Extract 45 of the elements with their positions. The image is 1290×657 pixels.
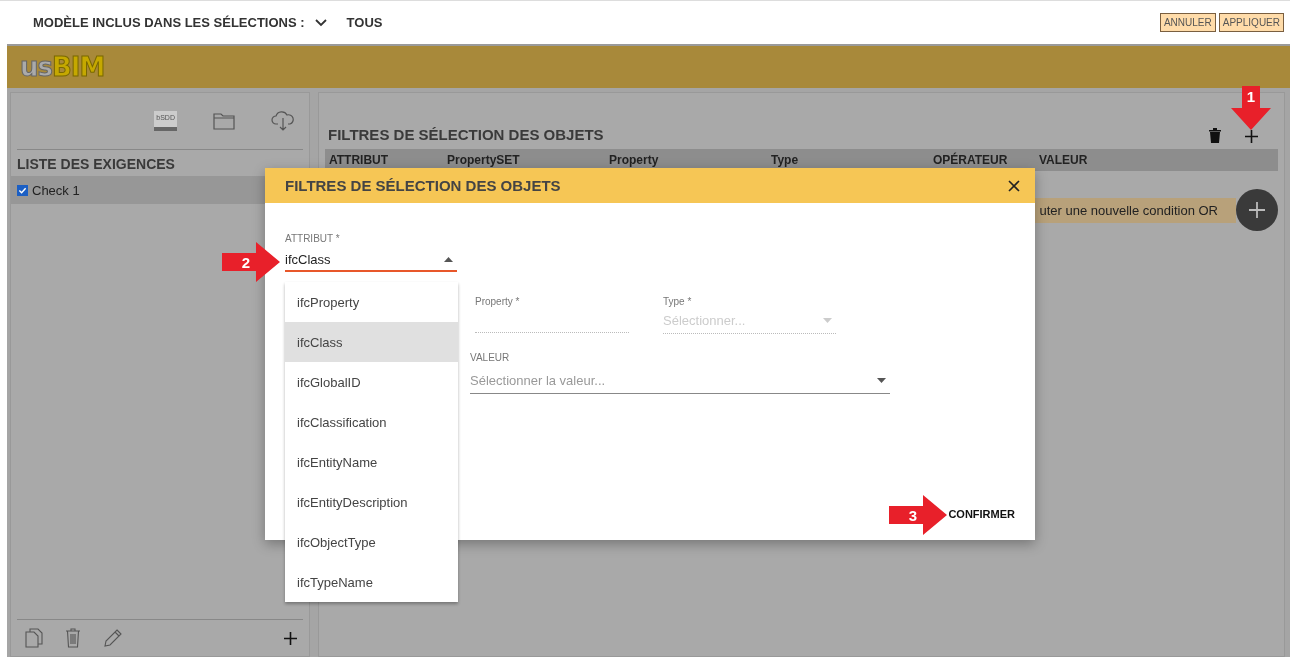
callout-arrow: 3 bbox=[889, 495, 947, 535]
field-label: ATTRIBUT * bbox=[285, 233, 341, 244]
dropdown-option[interactable]: ifcGlobalID bbox=[285, 362, 458, 402]
attribute-select[interactable]: ifcClass bbox=[285, 248, 457, 272]
dropdown-option[interactable]: ifcClass bbox=[285, 322, 458, 362]
model-filter-value[interactable]: TOUS bbox=[346, 15, 383, 30]
add-fab-button[interactable] bbox=[1236, 189, 1278, 231]
dropdown-option[interactable]: ifcEntityName bbox=[285, 442, 458, 482]
callout-arrow: 1 bbox=[1231, 86, 1271, 130]
dropdown-option[interactable]: ifcObjectType bbox=[285, 522, 458, 562]
trash-icon[interactable] bbox=[1209, 128, 1221, 143]
cloud-download-icon[interactable] bbox=[271, 110, 295, 132]
column-header: Property bbox=[609, 153, 660, 167]
add-icon[interactable] bbox=[284, 631, 297, 645]
confirm-button[interactable]: CONFIRMER bbox=[946, 506, 1017, 522]
field-label: Type * bbox=[663, 296, 693, 307]
add-icon bbox=[1249, 202, 1265, 218]
pencil-icon[interactable] bbox=[103, 628, 123, 648]
chevron-down-icon[interactable] bbox=[314, 18, 327, 27]
logo: usBIM bbox=[20, 52, 105, 82]
callout-arrow: 2 bbox=[222, 242, 280, 282]
dropdown-option[interactable]: ifcClassification bbox=[285, 402, 458, 442]
column-header: OPÉRATEUR bbox=[933, 153, 1009, 167]
caret-up-icon bbox=[444, 256, 453, 262]
dropdown-option[interactable]: ifcTypeName bbox=[285, 562, 458, 602]
add-icon[interactable] bbox=[1245, 130, 1258, 143]
toolbar-button[interactable]: APPLIQUER bbox=[1218, 13, 1284, 32]
column-header: PropertySET bbox=[447, 153, 521, 167]
copy-icon[interactable] bbox=[25, 628, 43, 648]
field-label: Property * bbox=[475, 296, 521, 307]
toolbar-button[interactable]: ANNULER bbox=[1159, 13, 1216, 32]
panel-heading: LISTE DES EXIGENCES bbox=[16, 155, 176, 174]
close-icon[interactable] bbox=[1008, 179, 1020, 192]
dropdown-option[interactable]: ifcProperty bbox=[285, 282, 458, 322]
model-filter-label: MODÈLE INCLUS DANS LES SÉLECTIONS : bbox=[33, 15, 305, 30]
column-header: VALEUR bbox=[1039, 153, 1089, 167]
add-or-condition-button[interactable]: uter une nouvelle condition OR bbox=[1035, 197, 1236, 223]
panel-title: FILTRES DE SÉLECTION DES OBJETS bbox=[328, 126, 605, 143]
caret-down-icon bbox=[877, 377, 886, 383]
checkbox[interactable] bbox=[17, 184, 28, 196]
caret-down-icon bbox=[823, 317, 832, 323]
dropdown-option[interactable]: ifcEntityDescription bbox=[285, 482, 458, 522]
column-header: ATTRIBUT bbox=[329, 153, 390, 167]
field-label: VALEUR bbox=[470, 352, 511, 363]
column-header: Type bbox=[771, 153, 800, 167]
